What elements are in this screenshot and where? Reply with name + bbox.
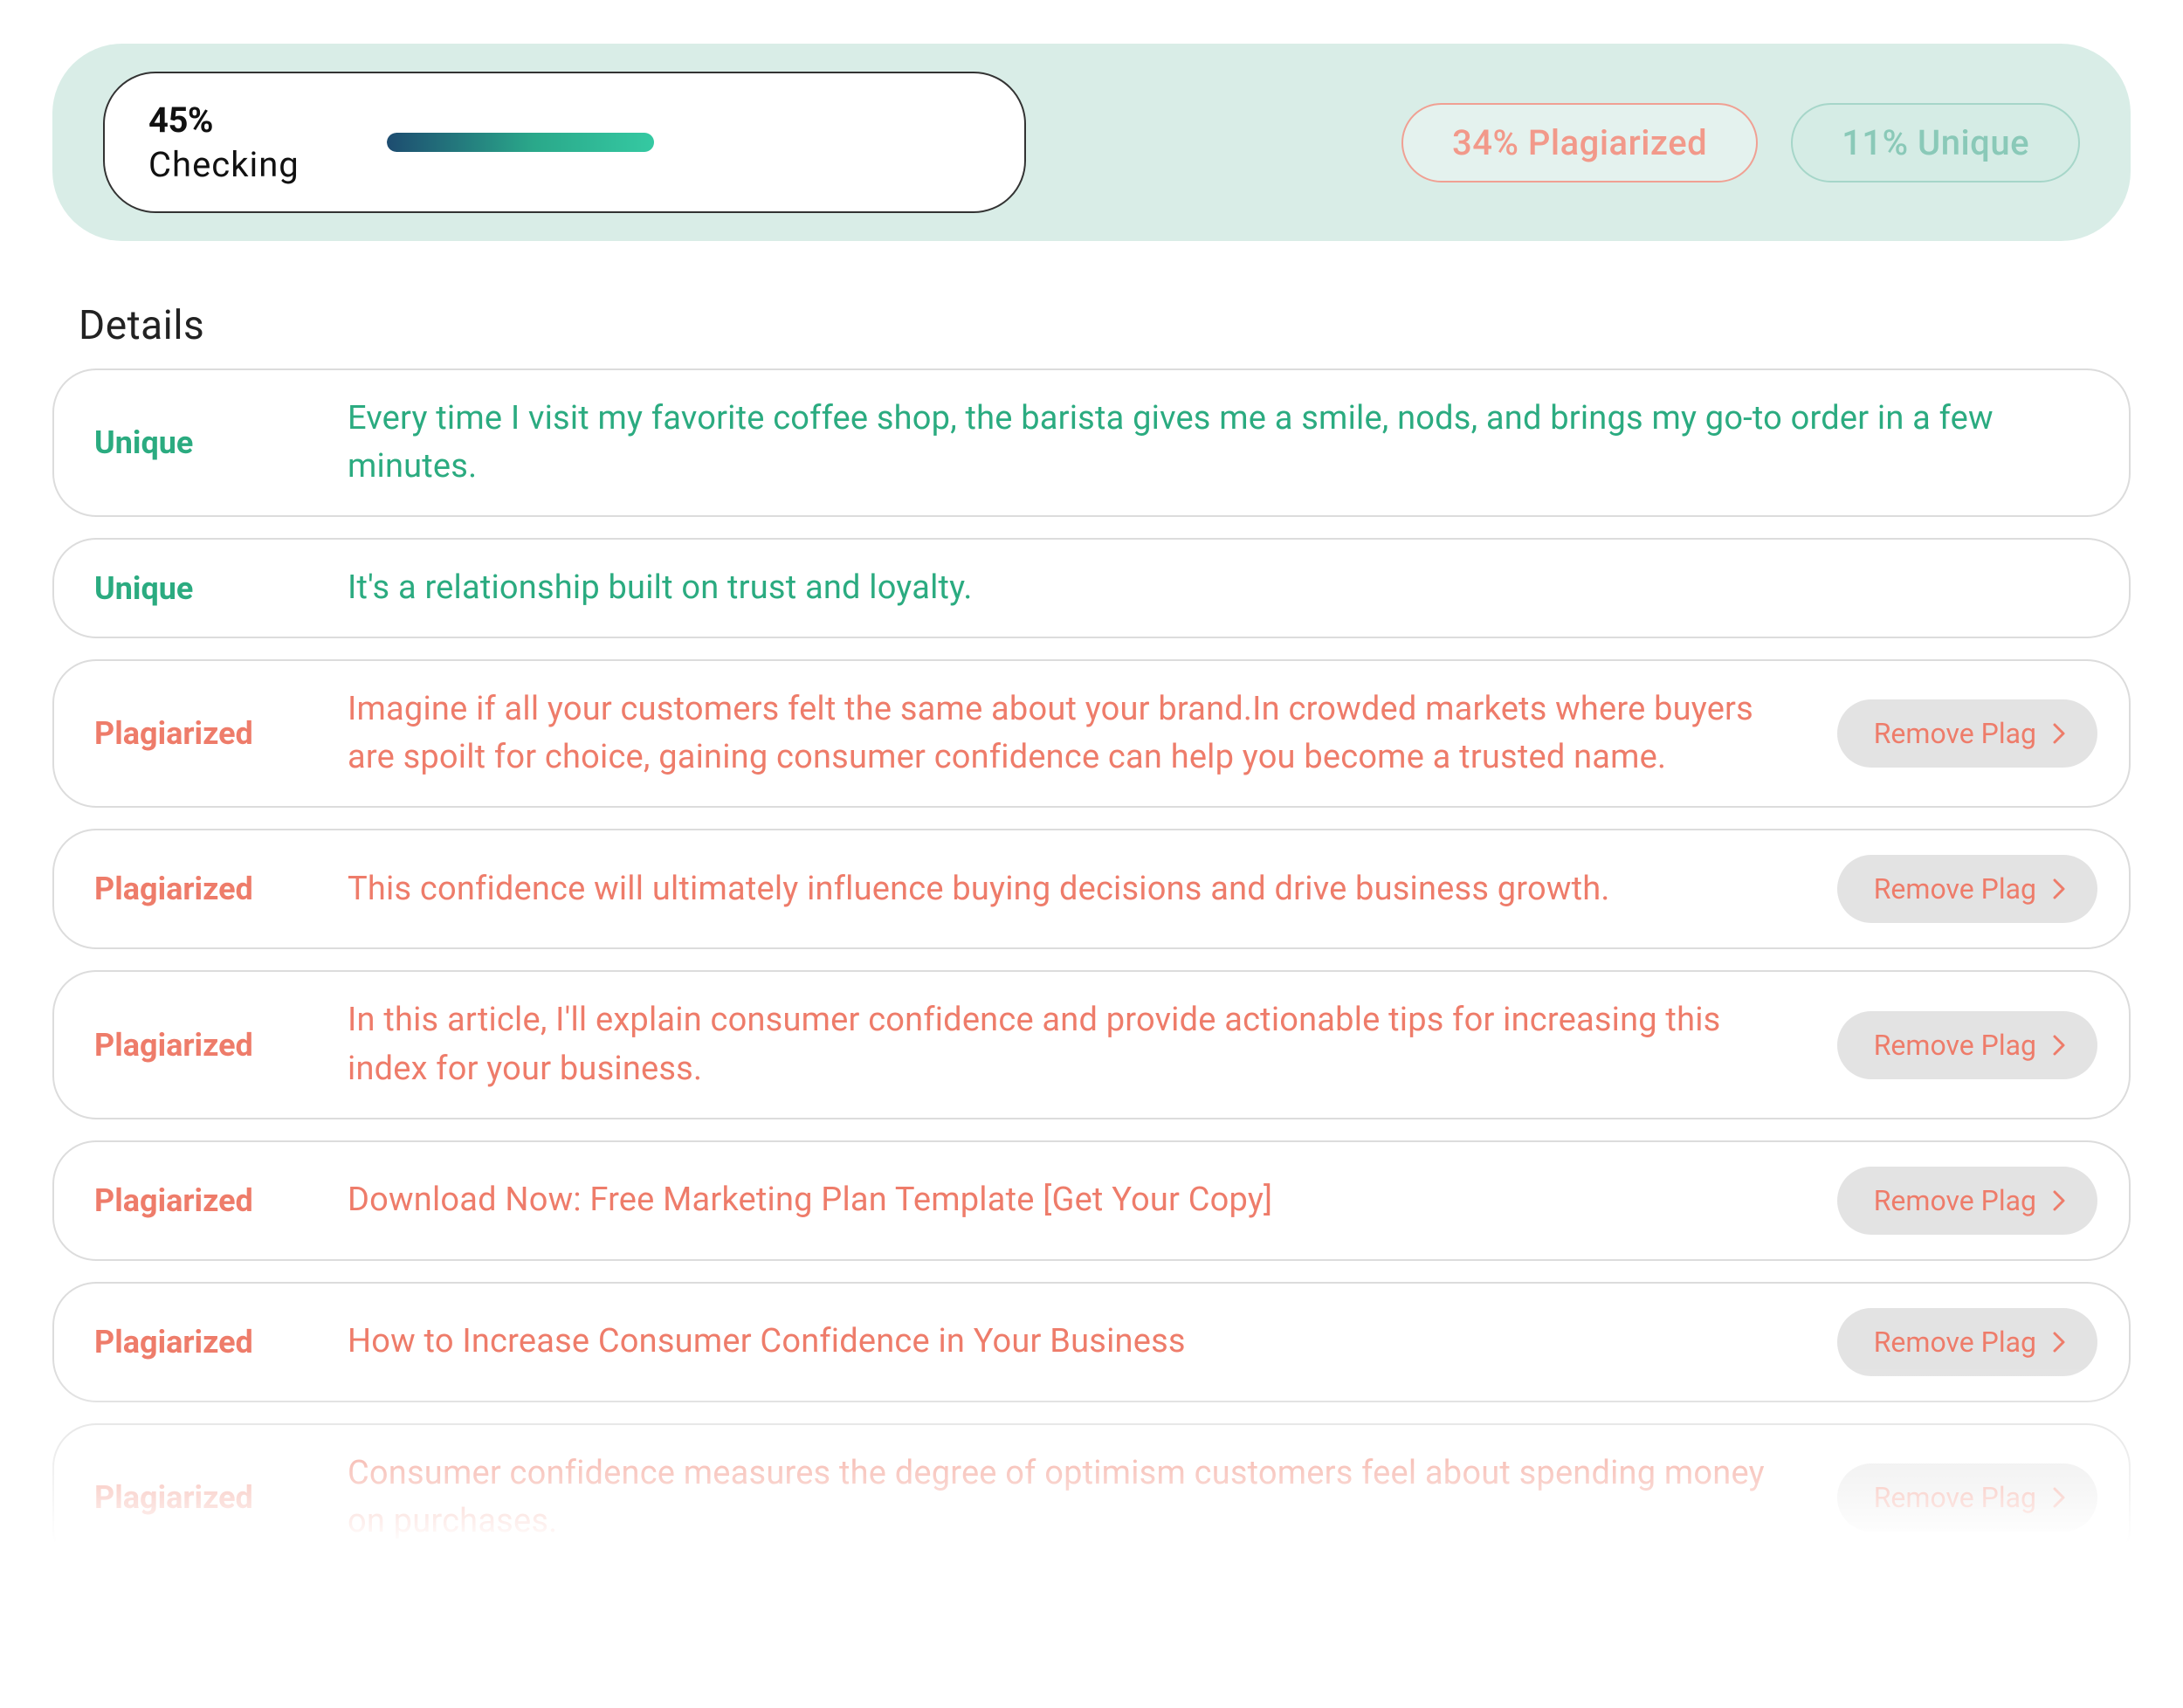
chevron-right-icon (2050, 1188, 2068, 1213)
result-text: In this article, I'll explain consumer c… (348, 996, 1785, 1092)
result-text: How to Increase Consumer Confidence in Y… (348, 1318, 1785, 1366)
plagiarized-stat-text: 34% Plagiarized (1452, 122, 1707, 163)
remove-plag-button-label: Remove Plag (1874, 1029, 2036, 1062)
chevron-right-icon (2050, 1485, 2068, 1510)
summary-bar: 45% Checking 34% Plagiarized 11% Unique (52, 44, 2131, 241)
remove-plag-button[interactable]: Remove Plag (1837, 1167, 2097, 1235)
result-text: Every time I visit my favorite coffee sh… (348, 395, 2097, 491)
result-row: Unique Every time I visit my favorite cof… (52, 368, 2131, 517)
status-label-plagiarized: Plagiarized (94, 1324, 295, 1360)
remove-plag-button-label: Remove Plag (1874, 1481, 2036, 1514)
remove-plag-button[interactable]: Remove Plag (1837, 699, 2097, 768)
status-label-unique: Unique (94, 570, 295, 607)
unique-stat-pill: 11% Unique (1791, 103, 2080, 183)
unique-stat-text: 11% Unique (1842, 122, 2029, 163)
checking-status-label: Checking (148, 144, 300, 185)
chevron-right-icon (2050, 1330, 2068, 1354)
remove-plag-button[interactable]: Remove Plag (1837, 855, 2097, 923)
result-text: Consumer confidence measures the degree … (348, 1450, 1785, 1546)
result-text: Imagine if all your customers felt the s… (348, 685, 1785, 782)
checking-text-column: 45% Checking (148, 100, 300, 185)
remove-plag-button[interactable]: Remove Plag (1837, 1308, 2097, 1376)
status-label-unique: Unique (94, 424, 295, 461)
remove-plag-button[interactable]: Remove Plag (1837, 1464, 2097, 1532)
remove-plag-button-label: Remove Plag (1874, 1184, 2036, 1217)
result-row: Plagiarized Imagine if all your customers… (52, 659, 2131, 808)
progress-bar (387, 133, 981, 152)
remove-plag-button-label: Remove Plag (1874, 717, 2036, 750)
result-text: Download Now: Free Marketing Plan Templa… (348, 1176, 1785, 1224)
result-row: Plagiarized This confidence will ultimate… (52, 829, 2131, 949)
result-text: This confidence will ultimately influenc… (348, 865, 1785, 913)
result-text: It's a relationship built on trust and l… (348, 564, 2097, 612)
result-row: Plagiarized Consumer confidence measures … (52, 1423, 2131, 1572)
status-label-plagiarized: Plagiarized (94, 1479, 295, 1516)
progress-bar-fill (387, 133, 654, 152)
status-label-plagiarized: Plagiarized (94, 1182, 295, 1219)
result-row: Plagiarized In this article, I'll explain… (52, 970, 2131, 1119)
chevron-right-icon (2050, 1033, 2068, 1057)
details-list: Unique Every time I visit my favorite cof… (52, 368, 2131, 1572)
remove-plag-button[interactable]: Remove Plag (1837, 1011, 2097, 1079)
remove-plag-button-label: Remove Plag (1874, 872, 2036, 906)
chevron-right-icon (2050, 877, 2068, 901)
result-row: Unique It's a relationship built on trust… (52, 538, 2131, 638)
plagiarized-stat-pill: 34% Plagiarized (1401, 103, 1758, 183)
details-heading: Details (79, 302, 2131, 349)
status-label-plagiarized: Plagiarized (94, 871, 295, 907)
result-row: Plagiarized How to Increase Consumer Conf… (52, 1282, 2131, 1402)
result-row: Plagiarized Download Now: Free Marketing … (52, 1140, 2131, 1261)
checking-percent: 45% (148, 100, 300, 141)
remove-plag-button-label: Remove Plag (1874, 1326, 2036, 1359)
status-label-plagiarized: Plagiarized (94, 715, 295, 752)
checking-panel: 45% Checking (103, 72, 1026, 213)
status-label-plagiarized: Plagiarized (94, 1027, 295, 1064)
chevron-right-icon (2050, 721, 2068, 746)
